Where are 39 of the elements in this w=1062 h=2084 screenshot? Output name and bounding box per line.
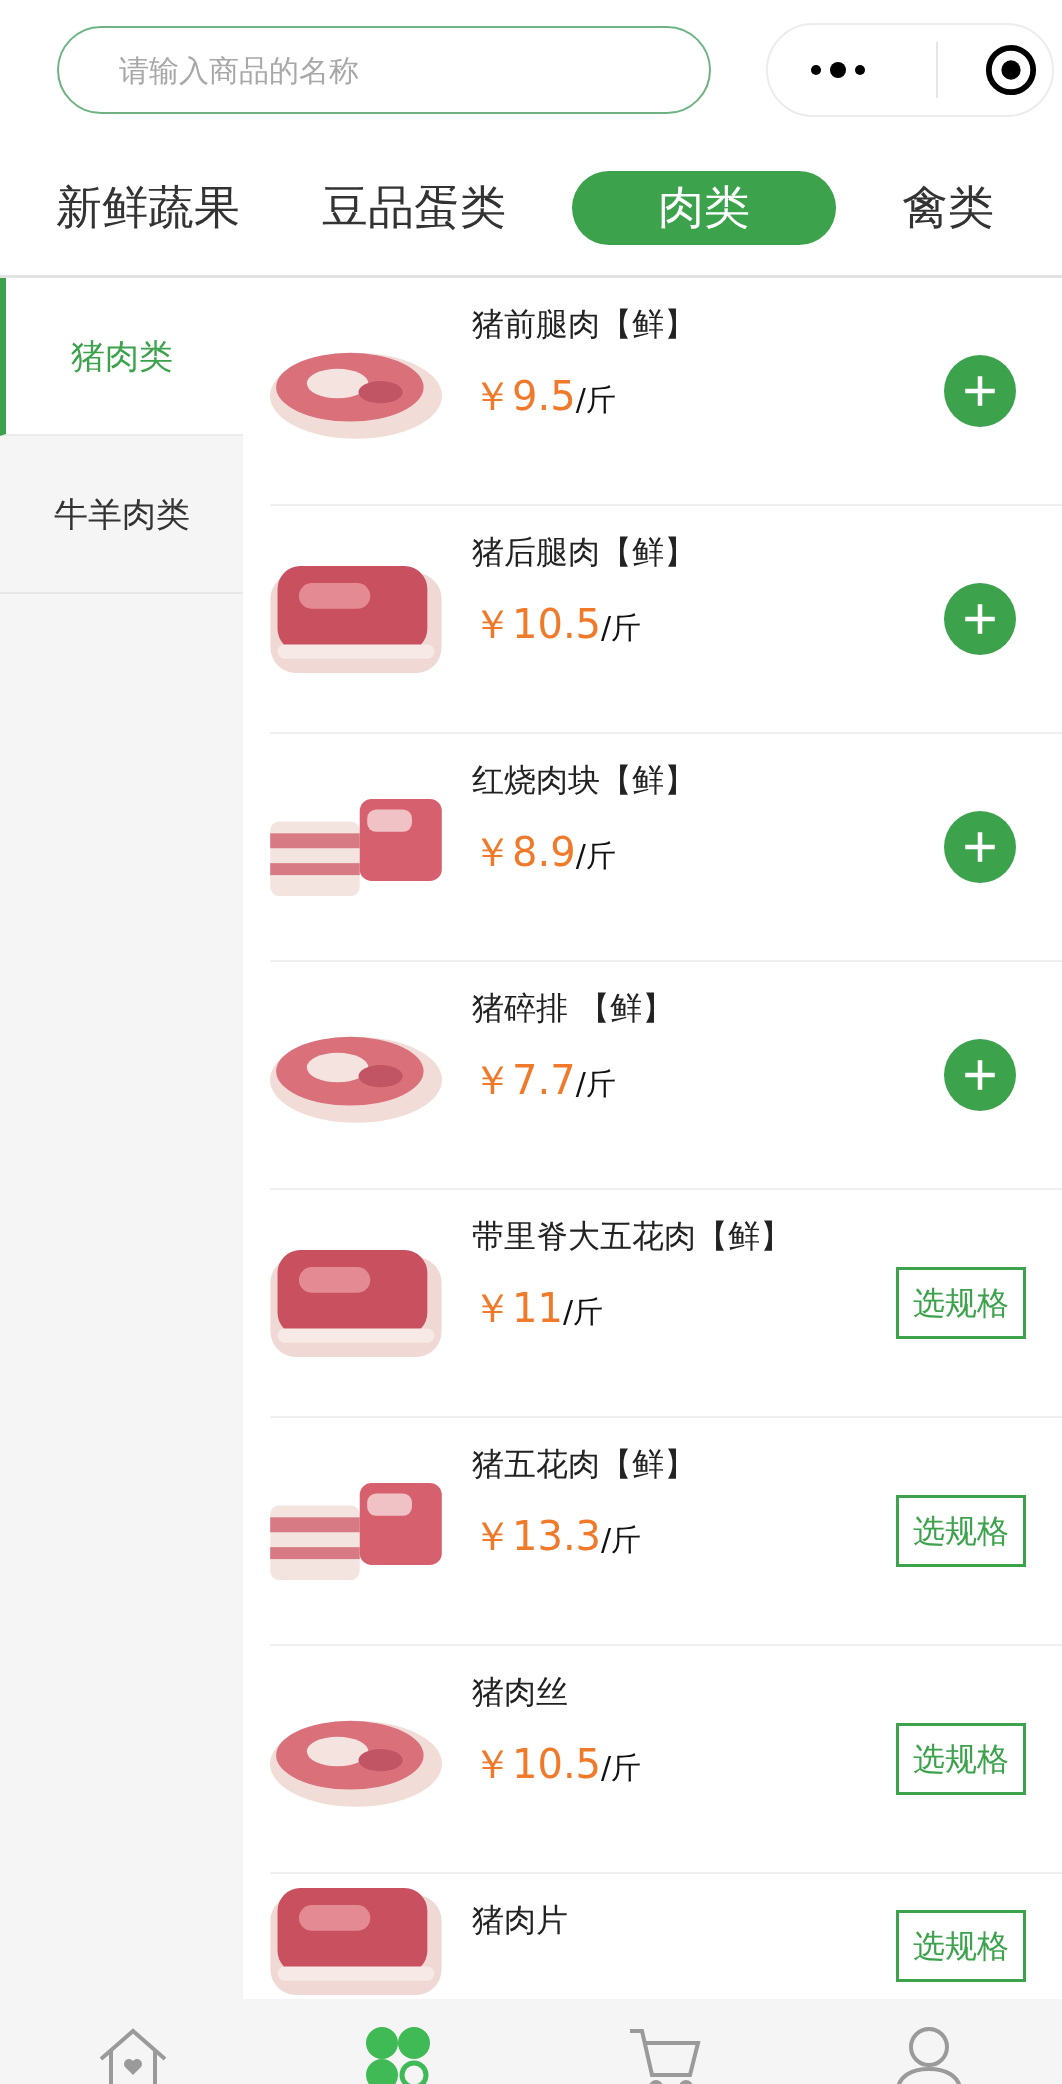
select-spec-button[interactable]: 选规格: [896, 1495, 1026, 1567]
search-field[interactable]: 请输入商品的名称: [57, 26, 711, 114]
select-spec-button[interactable]: 选规格: [896, 1267, 1026, 1339]
plus-icon: [963, 374, 997, 408]
select-spec-button[interactable]: 选规格: [896, 1723, 1026, 1795]
product-name: 猪五花肉【鲜】: [472, 1444, 696, 1485]
sidebar-item[interactable]: 牛羊肉类: [0, 436, 243, 594]
plus-icon: [963, 602, 997, 636]
product-price: ￥10.5: [472, 600, 602, 649]
price-unit: /斤: [575, 381, 616, 419]
category-tab[interactable]: 新鲜蔬果: [40, 170, 256, 245]
price-unit: /斤: [575, 837, 616, 875]
category-tab[interactable]: 禽类: [886, 170, 1010, 245]
price-unit: /斤: [575, 1065, 616, 1103]
select-spec-button[interactable]: 选规格: [896, 1910, 1026, 1982]
target-icon[interactable]: [984, 43, 1038, 97]
price-unit: /斤: [601, 1521, 642, 1559]
product-price: ￥10.5: [472, 1740, 602, 1789]
product-price: ￥7.7: [472, 1056, 576, 1105]
price-unit: /斤: [562, 1293, 603, 1331]
plus-icon: [963, 1058, 997, 1092]
product-price: ￥13.3: [472, 1512, 602, 1561]
product-name: 猪肉片: [472, 1900, 568, 1941]
category-tab[interactable]: 豆品蛋类: [306, 170, 522, 245]
more-icon[interactable]: [808, 60, 868, 80]
product-price: ￥9.5: [472, 372, 576, 421]
product-price: ￥8.9: [472, 828, 576, 877]
product-price: ￥11: [472, 1284, 563, 1333]
sidebar-item[interactable]: 猪肉类: [0, 278, 243, 436]
category-tab[interactable]: 肉类: [572, 170, 836, 245]
product-name: 猪肉丝: [472, 1672, 569, 1713]
product-name: 红烧肉块【鲜】: [472, 760, 696, 801]
price-unit: /斤: [601, 609, 642, 647]
product-name: 猪后腿肉【鲜】: [472, 532, 696, 573]
price-unit: /斤: [601, 1749, 642, 1787]
product-name: 带里脊大五花肉【鲜】: [472, 1216, 792, 1257]
product-name: 猪前腿肉【鲜】: [472, 304, 696, 345]
product-name: 猪碎排 【鲜】: [472, 988, 675, 1029]
plus-icon: [963, 830, 997, 864]
